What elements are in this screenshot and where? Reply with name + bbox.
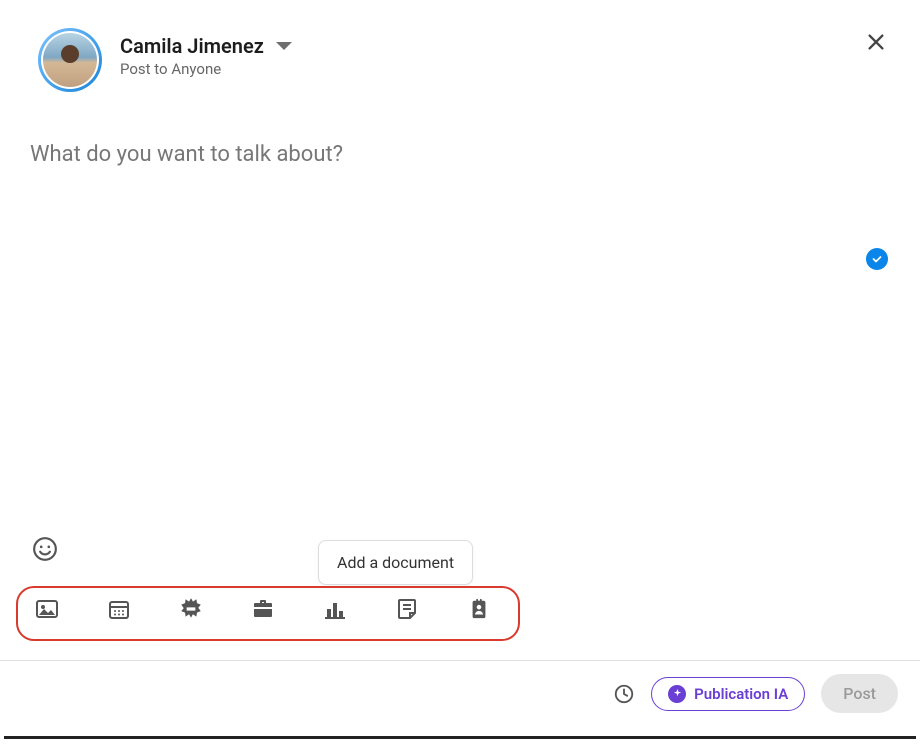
author-selector[interactable]: Camila Jimenez xyxy=(120,34,292,58)
composer-placeholder: What do you want to talk about? xyxy=(30,142,890,167)
avatar-inner xyxy=(41,31,99,89)
create-poll-button[interactable] xyxy=(322,596,348,622)
composer-header: Camila Jimenez Post to Anyone xyxy=(0,0,920,102)
smiley-icon xyxy=(32,536,58,562)
profile-badge-icon xyxy=(468,596,490,622)
check-icon xyxy=(871,253,883,265)
celebrate-button[interactable] xyxy=(178,596,204,622)
clock-icon xyxy=(613,683,635,705)
composer-footer: Publication IA Post xyxy=(613,674,898,713)
user-name: Camila Jimenez xyxy=(120,34,264,58)
calendar-icon xyxy=(107,597,131,621)
verified-badge xyxy=(866,248,888,270)
footer-divider xyxy=(0,660,920,661)
bottom-border xyxy=(4,736,916,739)
sparkle-icon xyxy=(668,685,686,703)
add-event-button[interactable] xyxy=(106,596,132,622)
add-photo-button[interactable] xyxy=(34,596,60,622)
add-job-button[interactable] xyxy=(250,596,276,622)
caret-down-icon xyxy=(276,42,292,50)
bar-chart-icon xyxy=(322,597,348,621)
visibility-label[interactable]: Post to Anyone xyxy=(120,60,292,78)
avatar-image xyxy=(43,33,97,87)
starburst-icon xyxy=(178,596,204,622)
post-button[interactable]: Post xyxy=(821,674,898,713)
tooltip-text: Add a document xyxy=(337,553,454,572)
tooltip-add-document: Add a document xyxy=(318,540,473,585)
close-button[interactable] xyxy=(860,26,892,58)
avatar[interactable] xyxy=(38,28,102,92)
document-icon xyxy=(395,597,419,621)
attachment-toolbar xyxy=(34,596,492,622)
post-button-label: Post xyxy=(843,684,876,703)
schedule-button[interactable] xyxy=(613,683,635,705)
close-icon xyxy=(865,31,887,53)
photo-icon xyxy=(34,597,60,621)
composer-area[interactable]: What do you want to talk about? xyxy=(0,102,920,167)
ai-publication-button[interactable]: Publication IA xyxy=(651,677,805,711)
emoji-button[interactable] xyxy=(32,536,58,566)
ai-label: Publication IA xyxy=(694,685,788,703)
add-profile-button[interactable] xyxy=(466,596,492,622)
briefcase-icon xyxy=(250,597,276,621)
add-document-button[interactable] xyxy=(394,596,420,622)
